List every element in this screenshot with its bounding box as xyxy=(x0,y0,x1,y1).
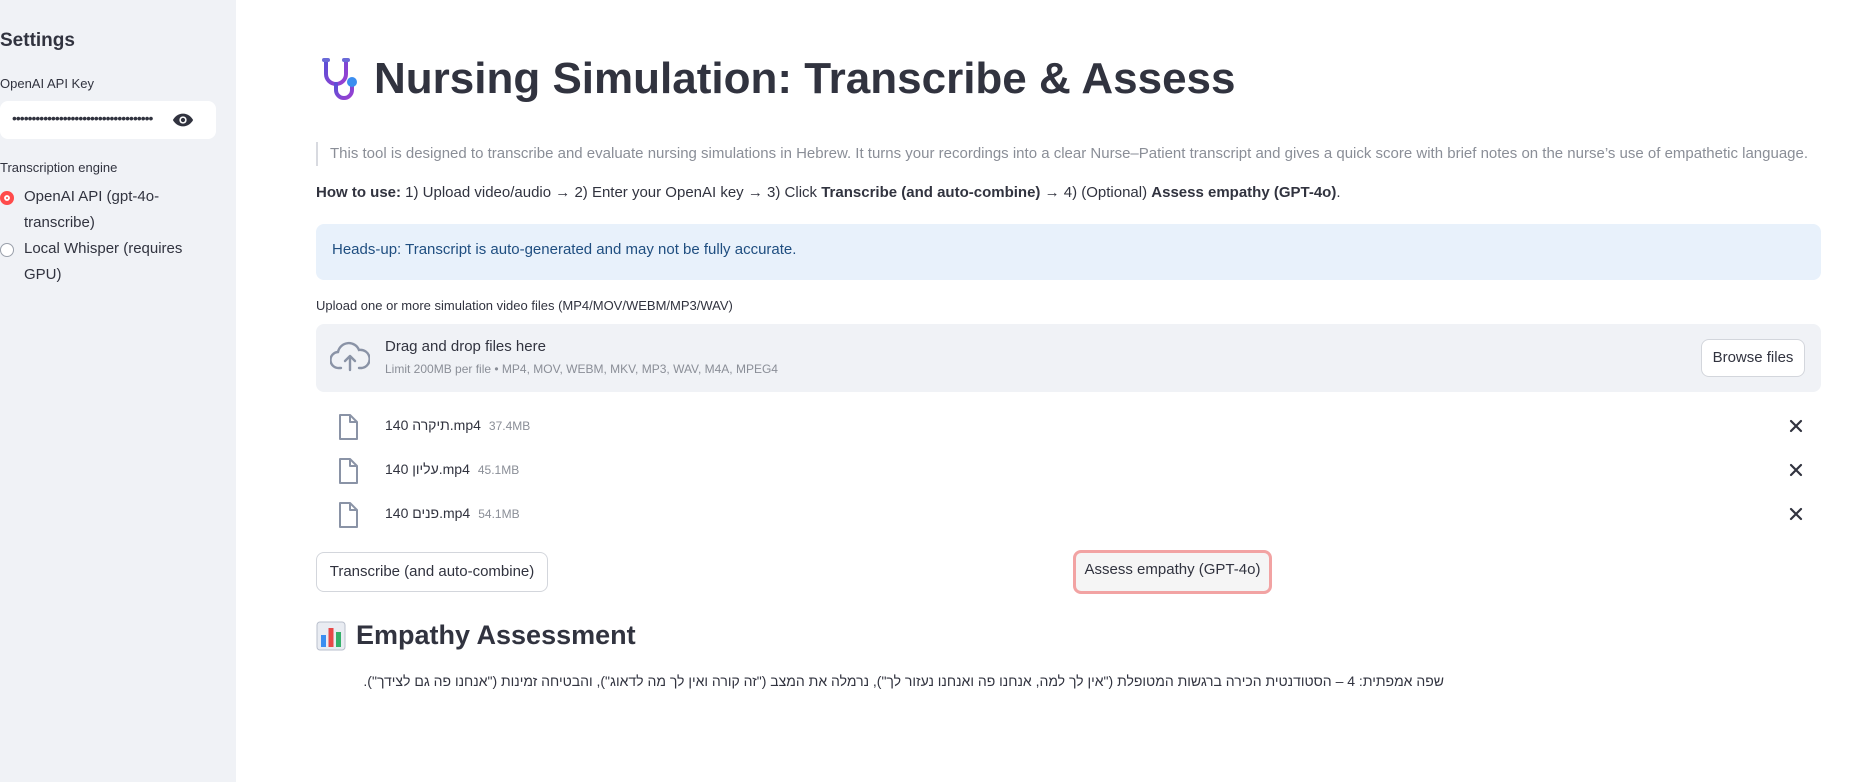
assess-empathy-button[interactable]: Assess empathy (GPT-4o) xyxy=(1073,550,1272,594)
file-name: 140 תיקרה.mp4 37.4MB xyxy=(385,417,530,433)
info-alert: Heads-up: Transcript is auto-generated a… xyxy=(316,224,1821,280)
how-to-use: How to use: 1) Upload video/audio → 2) E… xyxy=(316,184,1341,201)
sidebar-title: Settings xyxy=(0,30,75,51)
file-icon xyxy=(339,502,358,528)
api-key-field[interactable]: •••••••••••••••••••••••••••••••••••• xyxy=(0,101,216,139)
dropzone-text: Drag and drop files here xyxy=(385,338,546,355)
how-to-assess: Assess empathy (GPT-4o) xyxy=(1151,184,1337,201)
dropzone-limit: Limit 200MB per file • MP4, MOV, WEBM, M… xyxy=(385,362,778,376)
engine-option-label: Local Whisper (requires GPU) xyxy=(24,240,183,283)
sidebar: Settings OpenAI API Key ••••••••••••••••… xyxy=(0,0,236,782)
remove-file-icon[interactable] xyxy=(1788,506,1804,522)
engine-label: Transcription engine xyxy=(0,160,118,175)
engine-option-local-whisper[interactable]: Local Whisper (requires GPU) xyxy=(0,240,204,288)
intro-text: This tool is designed to transcribe and … xyxy=(316,142,1830,166)
remove-file-icon[interactable] xyxy=(1788,418,1804,434)
assessment-heading: Empathy Assessment xyxy=(356,620,636,650)
title-row: Nursing Simulation: Transcribe & Assess xyxy=(316,54,1236,104)
file-name: 140 עליון.mp4 45.1MB xyxy=(385,461,519,477)
file-dropzone[interactable]: Drag and drop files here Limit 200MB per… xyxy=(316,324,1821,392)
browse-files-button[interactable]: Browse files xyxy=(1701,339,1805,377)
main-content: Nursing Simulation: Transcribe & Assess … xyxy=(316,0,1821,782)
api-key-value[interactable]: •••••••••••••••••••••••••••••••••••• xyxy=(12,110,153,126)
file-icon xyxy=(339,458,358,484)
file-size: 45.1MB xyxy=(477,463,520,477)
file-item: 140 עליון.mp4 45.1MB xyxy=(316,454,1821,494)
how-to-text: → 4) (Optional) xyxy=(1040,184,1152,201)
file-name-text: 140 תיקרה.mp4 xyxy=(385,417,481,433)
file-name: 140 פנים.mp4 54.1MB xyxy=(385,505,520,521)
assessment-heading-row: Empathy Assessment xyxy=(316,620,636,651)
assessment-result: שפה אמפתית: 4 – הסטודנטית הכירה ברגשות ה… xyxy=(363,673,1444,689)
transcribe-button[interactable]: Transcribe (and auto-combine) xyxy=(316,552,548,592)
radio-unselected-icon[interactable] xyxy=(0,243,14,257)
remove-file-icon[interactable] xyxy=(1788,462,1804,478)
page-title: Nursing Simulation: Transcribe & Assess xyxy=(374,54,1236,103)
api-key-label: OpenAI API Key xyxy=(0,76,94,91)
how-to-lead: How to use: xyxy=(316,184,401,201)
engine-option-label: OpenAI API (gpt-4o-transcribe) xyxy=(24,188,160,231)
bar-chart-icon xyxy=(316,621,346,650)
file-item: 140 פנים.mp4 54.1MB xyxy=(316,498,1821,538)
file-size: 54.1MB xyxy=(478,507,520,521)
how-to-text: 1) Upload video/audio → 2) Enter your Op… xyxy=(401,184,822,201)
stethoscope-icon xyxy=(322,58,357,100)
uploader-label: Upload one or more simulation video file… xyxy=(316,298,733,313)
file-icon xyxy=(339,414,358,440)
how-to-transcribe: Transcribe (and auto-combine) xyxy=(821,184,1041,201)
file-size: 37.4MB xyxy=(488,419,531,433)
engine-option-openai[interactable]: OpenAI API (gpt-4o-transcribe) xyxy=(0,188,204,236)
file-item: 140 תיקרה.mp4 37.4MB xyxy=(316,410,1821,450)
file-name-text: 140 עליון.mp4 xyxy=(385,461,470,477)
file-name-text: 140 פנים.mp4 xyxy=(385,505,471,521)
radio-selected-icon[interactable] xyxy=(0,191,14,205)
eye-icon[interactable] xyxy=(172,111,194,129)
how-to-text: . xyxy=(1336,184,1341,201)
cloud-upload-icon xyxy=(330,341,370,372)
